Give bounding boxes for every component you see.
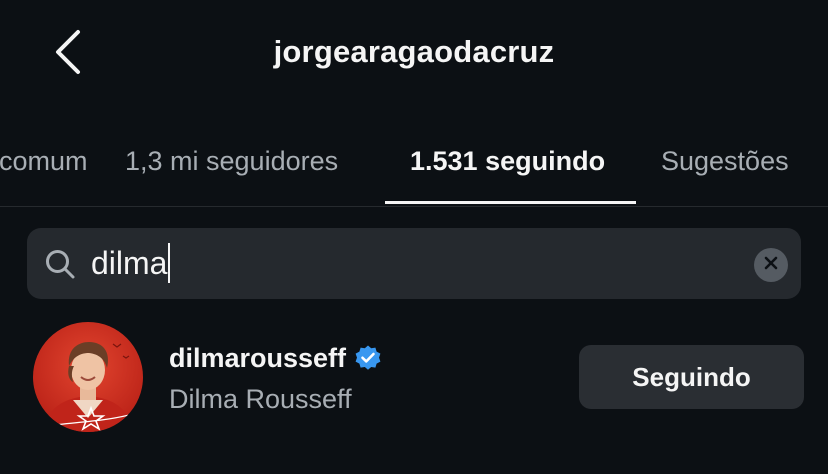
search-query-text: dilma	[91, 245, 168, 281]
follow-tabs: Em comum 1,3 mi seguidores 1.531 seguind…	[0, 128, 828, 207]
following-screen: jorgearagaodacruz Em comum 1,3 mi seguid…	[0, 0, 828, 474]
result-full-name: Dilma Rousseff	[169, 384, 352, 414]
user-info: dilmarousseff Dilma Rousseff	[169, 340, 382, 415]
tab-in-common[interactable]: Em comum	[0, 146, 88, 177]
tab-suggestions[interactable]: Sugestões	[661, 146, 789, 177]
tab-following[interactable]: 1.531 seguindo	[410, 146, 605, 177]
profile-username-title: jorgearagaodacruz	[273, 34, 555, 69]
search-bar[interactable]: dilma	[27, 228, 801, 299]
username-line: dilmarousseff	[169, 340, 382, 376]
top-bar: jorgearagaodacruz	[0, 0, 828, 110]
text-caret	[168, 243, 171, 283]
search-icon	[44, 248, 76, 280]
tab-followers[interactable]: 1,3 mi seguidores	[125, 146, 338, 177]
search-input[interactable]: dilma	[91, 240, 171, 286]
clear-icon	[763, 255, 779, 276]
following-button[interactable]: Seguindo	[579, 345, 804, 409]
active-tab-indicator	[385, 201, 636, 204]
verified-badge-icon	[354, 344, 382, 372]
result-username[interactable]: dilmarousseff	[169, 343, 346, 374]
list-item[interactable]: dilmarousseff Dilma Rousseff Seguindo	[0, 318, 828, 436]
clear-search-button[interactable]	[754, 248, 788, 282]
avatar[interactable]	[33, 322, 143, 432]
